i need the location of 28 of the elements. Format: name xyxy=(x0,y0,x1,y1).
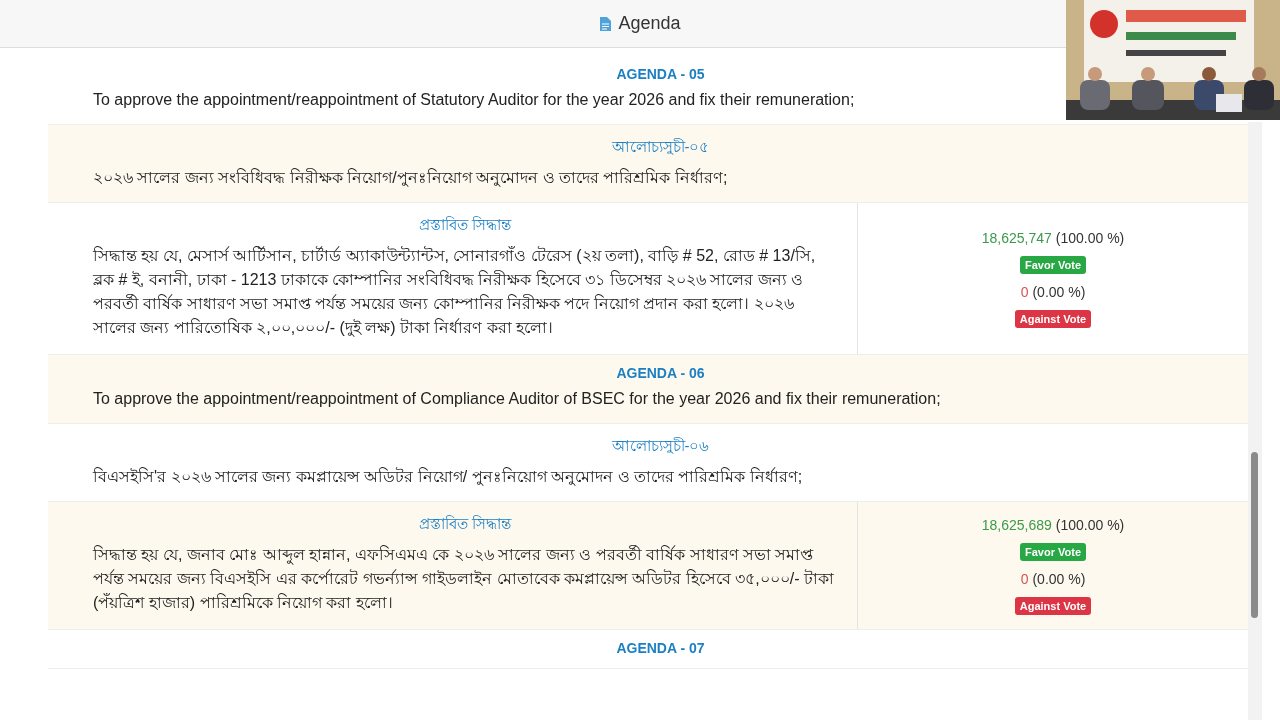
agenda-text: To approve the appointment/reappointment of Statutory Auditor for the year 2026 and fix their remuneration; xyxy=(93,90,856,110)
page-title: Agenda xyxy=(618,13,681,34)
section-heading: AGENDA - 07 xyxy=(615,640,706,656)
favor-badge: Favor Vote xyxy=(1020,542,1086,561)
against-badge: Against Vote xyxy=(1014,596,1092,615)
against-count: 0 xyxy=(1020,283,1029,300)
decision-text: সিদ্ধান্ত হয় যে, মেসার্স আর্টিসান, চার্টার্ড অ্যাকাউন্ট্যান্টস, সোনারগাঁও টেরেস (২য় তলা), বাড়ি # 52, রোড # 13/সি, ব্লক # ই, বনানী, ঢাকা - 1213 ঢাকাকে কোম্পানির সংবিধিবদ্ধ নিরীক্ষক হিসেবে ৩১ ডিসেম্বর ২০২৬ সালের জন্য ও পরবর্তী বার্ষিক সাধারণ সভা সমাপ্ত পর্যন্ত সময়ের জন্য কোম্পানির নিরীক্ষক পদে নিয়োগ প্রদান করা হলো। ২০২৬ সালের জন্য পারিতোষিক ২,০০,০০০/- (দুই লক্ষ) টাকা নির্ধারণ করা হলো। xyxy=(93,245,817,339)
document-icon xyxy=(599,15,613,32)
scrollbar[interactable] xyxy=(1248,122,1262,720)
against-badge: Against Vote xyxy=(1014,309,1092,328)
against-percent: (0.00 %) xyxy=(1032,283,1086,300)
favor-count: 18,625,689 xyxy=(981,516,1052,533)
agenda-text: ২০২৬ সালের জন্য সংবিধিবদ্ধ নিরীক্ষক নিয়োগ/পুনঃনিয়োগ অনুমোদন ও তাদের পারিশ্রমিক নির্ধারণ; xyxy=(93,167,729,189)
section-heading: AGENDA - 05 xyxy=(615,66,706,82)
section-heading: প্রস্তাবিত সিদ্ধান্ত xyxy=(417,514,513,534)
favor-percent: (100.00 %) xyxy=(1055,516,1125,533)
against-count: 0 xyxy=(1020,570,1029,587)
section-heading: আলোচ্যসুচী-০৬ xyxy=(610,436,711,456)
section-heading: AGENDA - 06 xyxy=(615,365,706,381)
section-heading: আলোচ্যসুচী-০৫ xyxy=(610,137,711,157)
favor-badge: Favor Vote xyxy=(1020,255,1086,274)
section-heading: প্রস্তাবিত সিদ্ধান্ত xyxy=(417,215,513,235)
agenda-text: To approve the appointment/reappointment of Compliance Auditor of BSEC for the year 2026 and fix their remuneration; xyxy=(93,389,942,409)
favor-percent: (100.00 %) xyxy=(1055,229,1125,246)
against-percent: (0.00 %) xyxy=(1032,570,1086,587)
agenda-text: বিএসইসি'র ২০২৬ সালের জন্য কমপ্লায়েন্স অডিটর নিয়োগ/ পুনঃনিয়োগ অনুমোদন ও তাদের পারিশ্রমিক নির্ধারণ; xyxy=(93,466,804,488)
decision-text: সিদ্ধান্ত হয় যে, জনাব মোঃ আব্দুল হান্নান, এফসিএমএ কে ২০২৬ সালের জন্য ও পরবর্তী বার্ষিক সাধারণ সভা সমাপ্ত পর্যন্ত সময়ের জন্য বিএসইসি এর কর্পোরেট গভর্ন্যান্স গাইডলাইন মোতাবেক কমপ্লায়েন্স অডিটর হিসেবে ৩৫,০০০/- টাকা (পঁয়ত্রিশ হাজার) পারিশ্রমিকে নিয়োগ করা হলো। xyxy=(93,544,835,613)
favor-count: 18,625,747 xyxy=(981,229,1052,246)
